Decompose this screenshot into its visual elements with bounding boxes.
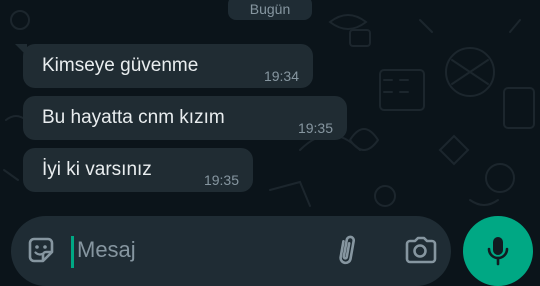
text-caret [71,236,74,268]
message-text: İyi ki varsınız [42,159,152,180]
camera-icon[interactable] [403,234,437,266]
message-composer [11,216,451,286]
message-bubble[interactable]: İyi ki varsınız 19:35 [23,148,253,192]
sticker-smile-icon[interactable] [25,234,57,266]
paperclip-icon[interactable] [329,232,365,268]
bubble-tail [15,44,27,56]
message-bubble[interactable]: Kimseye güvenme 19:34 [15,44,313,88]
message-text: Kimseye güvenme [42,55,199,76]
message-input[interactable] [77,230,307,270]
message-text: Bu hayatta cnm kızım [42,107,225,128]
message-bubble[interactable]: Bu hayatta cnm kızım 19:35 [23,96,347,140]
message-time: 19:35 [203,172,239,188]
date-separator: Bugün [228,0,312,20]
message-time: 19:35 [297,120,333,136]
message-time: 19:34 [263,68,299,84]
voice-record-button[interactable] [463,216,533,286]
microphone-icon [487,237,509,266]
